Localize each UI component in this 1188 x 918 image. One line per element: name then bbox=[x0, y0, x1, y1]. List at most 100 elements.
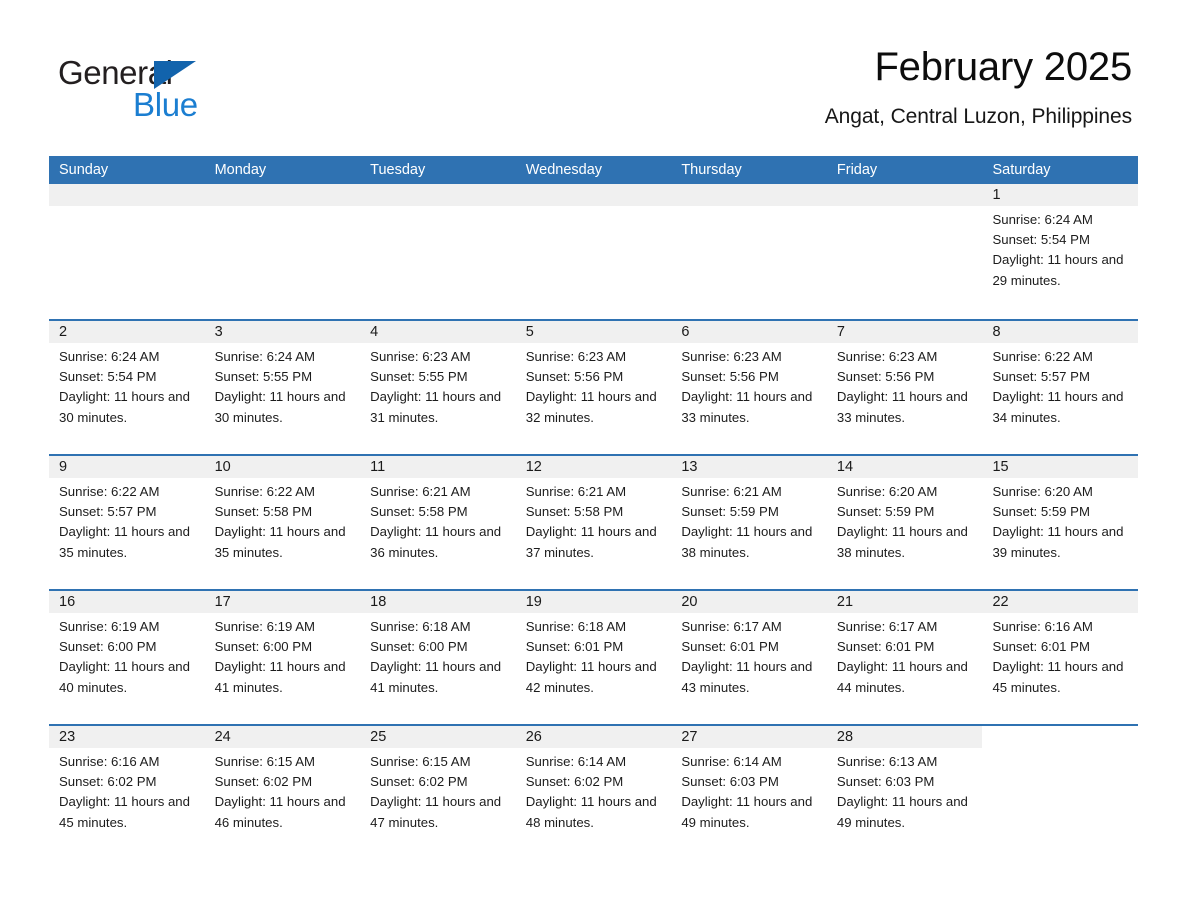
day-number: 24 bbox=[214, 729, 231, 745]
calendar-day-cell-20[interactable]: 20 Sunrise: 6:17 AM Sunset: 6:01 PM Dayli… bbox=[671, 591, 827, 724]
calendar-day-cell-7[interactable]: 7 Sunrise: 6:23 AM Sunset: 5:56 PM Daylig… bbox=[827, 321, 983, 454]
sun-times-info: Sunrise: 6:17 AM Sunset: 6:01 PM Dayligh… bbox=[836, 619, 968, 695]
sun-times-info bbox=[215, 206, 353, 210]
day-number: 14 bbox=[836, 459, 854, 475]
calendar-day-cell-23[interactable]: 23 Sunrise: 6:16 AM Sunset: 6:02 PM Dayli… bbox=[49, 726, 205, 859]
calendar-day-cell-21[interactable]: 21 Sunrise: 6:17 AM Sunset: 6:01 PM Dayli… bbox=[827, 591, 983, 724]
calendar-day-cell-22[interactable]: 22 Sunrise: 6:16 AM Sunset: 6:01 PM Dayli… bbox=[982, 591, 1138, 724]
calendar-day-cell-2[interactable]: 2 Sunrise: 6:24 AM Sunset: 5:54 PM Daylig… bbox=[49, 321, 205, 454]
sun-times-info: Sunrise: 6:17 AM Sunset: 6:01 PM Dayligh… bbox=[681, 619, 813, 695]
calendar-day-cell-15[interactable]: 15 Sunrise: 6:20 AM Sunset: 5:59 PM Dayli… bbox=[982, 456, 1138, 589]
calendar-day-cell-28[interactable]: 28 Sunrise: 6:13 AM Sunset: 6:03 PM Dayli… bbox=[827, 726, 983, 859]
sun-times-info: Sunrise: 6:24 AM Sunset: 5:54 PM Dayligh… bbox=[992, 212, 1124, 288]
generalblue-logo[interactable]: General Blue bbox=[58, 44, 258, 121]
calendar-week-row: 9 Sunrise: 6:22 AM Sunset: 5:57 PM Daylig… bbox=[49, 454, 1138, 589]
day-number: 12 bbox=[525, 459, 542, 475]
sun-times-info: Sunrise: 6:18 AM Sunset: 6:00 PM Dayligh… bbox=[370, 619, 502, 695]
day-number bbox=[370, 184, 508, 206]
sun-times-info: Sunrise: 6:16 AM Sunset: 6:02 PM Dayligh… bbox=[59, 754, 190, 830]
calendar-day-cell-5[interactable]: 5 Sunrise: 6:23 AM Sunset: 5:56 PM Daylig… bbox=[516, 321, 672, 454]
day-number bbox=[681, 184, 819, 206]
location-subtitle: Angat, Central Luzon, Philippines bbox=[824, 105, 1132, 128]
sun-times-info: Sunrise: 6:19 AM Sunset: 6:00 PM Dayligh… bbox=[214, 619, 346, 695]
calendar-weeks: 1 Sunrise: 6:24 AM Sunset: 5:54 PM Daylig… bbox=[49, 184, 1138, 859]
calendar-day-cell-6[interactable]: 6 Sunrise: 6:23 AM Sunset: 5:56 PM Daylig… bbox=[671, 321, 827, 454]
day-number: 15 bbox=[992, 459, 1009, 475]
day-of-week-header-wednesday: Wednesday bbox=[525, 162, 603, 178]
calendar-day-cell-19[interactable]: 19 Sunrise: 6:18 AM Sunset: 6:01 PM Dayli… bbox=[516, 591, 672, 724]
day-number: 1 bbox=[992, 187, 1001, 203]
calendar-day-cell-9[interactable]: 9 Sunrise: 6:22 AM Sunset: 5:57 PM Daylig… bbox=[49, 456, 205, 589]
calendar-cell-empty bbox=[827, 184, 983, 319]
sun-times-info: Sunrise: 6:21 AM Sunset: 5:58 PM Dayligh… bbox=[370, 484, 502, 560]
day-number: 27 bbox=[681, 729, 698, 745]
sun-times-info: Sunrise: 6:21 AM Sunset: 5:58 PM Dayligh… bbox=[525, 484, 657, 560]
calendar-day-cell-3[interactable]: 3 Sunrise: 6:24 AM Sunset: 5:55 PM Daylig… bbox=[205, 321, 361, 454]
sun-times-info: Sunrise: 6:20 AM Sunset: 5:59 PM Dayligh… bbox=[836, 484, 968, 560]
calendar-day-cell-10[interactable]: 10 Sunrise: 6:22 AM Sunset: 5:58 PM Dayli… bbox=[205, 456, 361, 589]
day-number: 17 bbox=[214, 594, 231, 610]
sun-times-info: Sunrise: 6:15 AM Sunset: 6:02 PM Dayligh… bbox=[370, 754, 502, 830]
sun-times-info: Sunrise: 6:22 AM Sunset: 5:57 PM Dayligh… bbox=[59, 484, 190, 560]
day-of-week-header-thursday: Thursday bbox=[681, 162, 742, 178]
day-of-week-header-sunday: Sunday bbox=[59, 162, 109, 178]
calendar-grid: Sunday Monday Tuesday Wednesday Thursday Frid… bbox=[49, 156, 1138, 859]
sun-times-info: Sunrise: 6:23 AM Sunset: 5:56 PM Dayligh… bbox=[836, 349, 968, 425]
calendar-day-cell-24[interactable]: 24 Sunrise: 6:15 AM Sunset: 6:02 PM Dayli… bbox=[205, 726, 361, 859]
day-number: 26 bbox=[525, 729, 542, 745]
calendar-day-cell-27[interactable]: 27 Sunrise: 6:14 AM Sunset: 6:03 PM Dayli… bbox=[671, 726, 827, 859]
day-number: 9 bbox=[59, 459, 68, 475]
sun-times-info: Sunrise: 6:22 AM Sunset: 5:57 PM Dayligh… bbox=[992, 349, 1124, 425]
calendar-week-row: 23 Sunrise: 6:16 AM Sunset: 6:02 PM Dayli… bbox=[49, 724, 1138, 859]
sun-times-info bbox=[59, 206, 197, 210]
sun-times-info: Sunrise: 6:14 AM Sunset: 6:03 PM Dayligh… bbox=[681, 754, 813, 830]
calendar-day-cell-14[interactable]: 14 Sunrise: 6:20 AM Sunset: 5:59 PM Dayli… bbox=[827, 456, 983, 589]
sun-times-info: Sunrise: 6:16 AM Sunset: 6:01 PM Dayligh… bbox=[992, 619, 1124, 695]
sun-times-info: Sunrise: 6:24 AM Sunset: 5:54 PM Dayligh… bbox=[59, 349, 190, 425]
day-number bbox=[215, 184, 353, 206]
day-number: 25 bbox=[370, 729, 387, 745]
day-number bbox=[59, 184, 197, 206]
calendar-day-cell-1[interactable]: 1 Sunrise: 6:24 AM Sunset: 5:54 PM Daylig… bbox=[982, 184, 1138, 319]
calendar-day-cell-16[interactable]: 16 Sunrise: 6:19 AM Sunset: 6:00 PM Dayli… bbox=[49, 591, 205, 724]
sun-times-info: Sunrise: 6:18 AM Sunset: 6:01 PM Dayligh… bbox=[525, 619, 657, 695]
day-number: 4 bbox=[370, 324, 379, 340]
sun-times-info: Sunrise: 6:22 AM Sunset: 5:58 PM Dayligh… bbox=[214, 484, 346, 560]
sun-times-info bbox=[681, 206, 819, 210]
day-number bbox=[526, 184, 664, 206]
logo-triangle-icon bbox=[154, 61, 196, 89]
calendar-day-cell-8[interactable]: 8 Sunrise: 6:22 AM Sunset: 5:57 PM Daylig… bbox=[982, 321, 1138, 454]
calendar-week-row: 1 Sunrise: 6:24 AM Sunset: 5:54 PM Daylig… bbox=[49, 184, 1138, 319]
calendar-week-row: 2 Sunrise: 6:24 AM Sunset: 5:54 PM Daylig… bbox=[49, 319, 1138, 454]
calendar-day-cell-13[interactable]: 13 Sunrise: 6:21 AM Sunset: 5:59 PM Dayli… bbox=[671, 456, 827, 589]
page-title: February 2025 bbox=[874, 45, 1132, 89]
day-of-week-header-tuesday: Tuesday bbox=[370, 162, 426, 178]
day-number: 10 bbox=[214, 459, 231, 475]
sun-times-info: Sunrise: 6:23 AM Sunset: 5:56 PM Dayligh… bbox=[525, 349, 657, 425]
day-number: 16 bbox=[59, 594, 76, 610]
sun-times-info: Sunrise: 6:23 AM Sunset: 5:55 PM Dayligh… bbox=[370, 349, 502, 425]
day-number: 21 bbox=[836, 594, 854, 610]
calendar-day-cell-26[interactable]: 26 Sunrise: 6:14 AM Sunset: 6:02 PM Dayli… bbox=[516, 726, 672, 859]
sun-times-info bbox=[370, 206, 508, 210]
calendar-day-cell-4[interactable]: 4 Sunrise: 6:23 AM Sunset: 5:55 PM Daylig… bbox=[360, 321, 516, 454]
day-number: 11 bbox=[370, 459, 386, 475]
calendar-cell-empty bbox=[982, 726, 1138, 859]
calendar-page: General Blue February 2025 Angat, Centra… bbox=[0, 0, 1188, 918]
sun-times-info: Sunrise: 6:23 AM Sunset: 5:56 PM Dayligh… bbox=[681, 349, 813, 425]
day-number: 19 bbox=[525, 594, 542, 610]
day-number: 18 bbox=[370, 594, 387, 610]
day-number: 5 bbox=[525, 324, 534, 340]
day-number: 3 bbox=[214, 324, 223, 340]
calendar-day-cell-25[interactable]: 25 Sunrise: 6:15 AM Sunset: 6:02 PM Dayli… bbox=[360, 726, 516, 859]
calendar-cell-empty bbox=[516, 184, 672, 319]
calendar-day-cell-17[interactable]: 17 Sunrise: 6:19 AM Sunset: 6:00 PM Dayli… bbox=[205, 591, 361, 724]
day-number: 7 bbox=[836, 324, 845, 340]
calendar-day-cell-12[interactable]: 12 Sunrise: 6:21 AM Sunset: 5:58 PM Dayli… bbox=[516, 456, 672, 589]
calendar-day-cell-11[interactable]: 11 Sunrise: 6:21 AM Sunset: 5:58 PM Dayli… bbox=[360, 456, 516, 589]
day-number: 20 bbox=[681, 594, 698, 610]
calendar-cell-empty bbox=[360, 184, 516, 319]
day-number: 13 bbox=[681, 459, 698, 475]
calendar-day-cell-18[interactable]: 18 Sunrise: 6:18 AM Sunset: 6:00 PM Dayli… bbox=[360, 591, 516, 724]
sun-times-info: Sunrise: 6:21 AM Sunset: 5:59 PM Dayligh… bbox=[681, 484, 813, 560]
